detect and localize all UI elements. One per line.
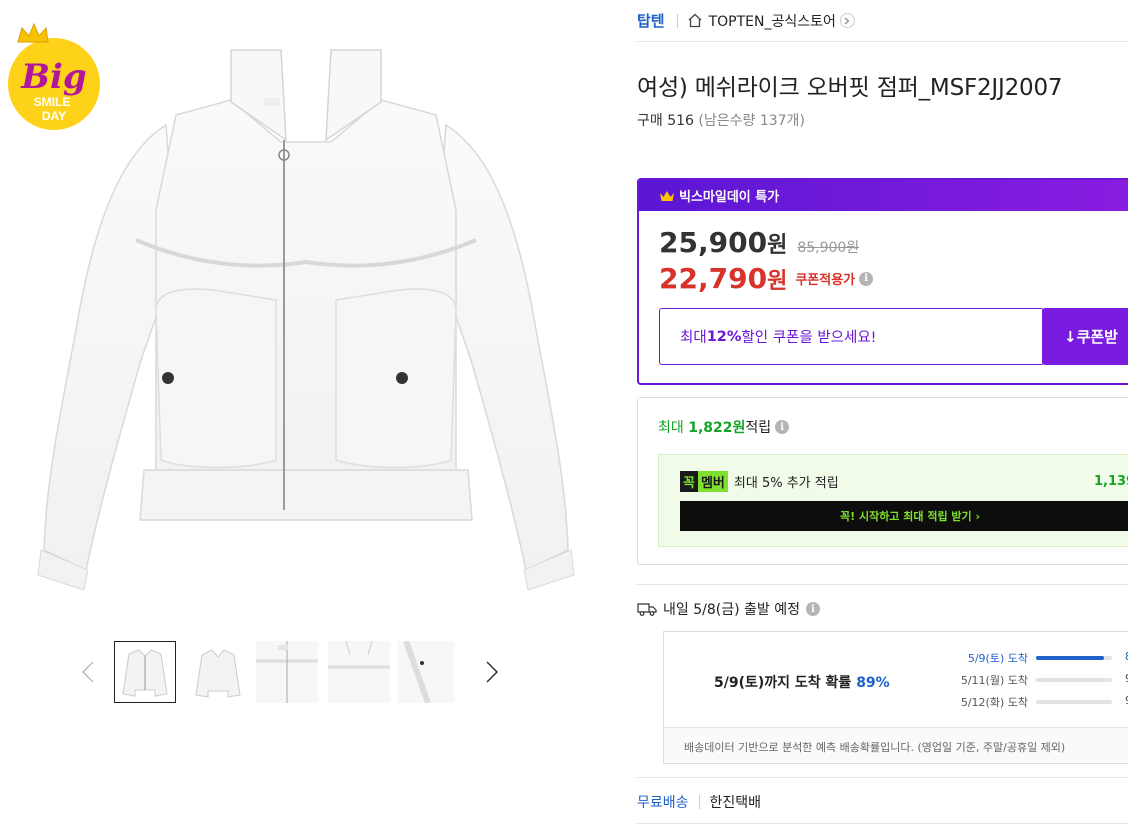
product-title: 여성) 메쉬라이크 오버핏 점퍼_MSF2JJ2007	[637, 75, 1063, 101]
thumbnail-2[interactable]	[186, 641, 248, 703]
purchase-count: 516	[667, 113, 694, 129]
member-benefit-row: 꼭멤버 최대 5% 추가 적립 1,139	[680, 471, 1128, 492]
divider	[637, 823, 1128, 824]
kkok-member-logo: 꼭 멤버	[680, 471, 728, 492]
purchase-info: 구매 516 (남은수량 137개)	[637, 110, 805, 130]
store-name-link[interactable]: TOPTEN_공식스토어	[709, 11, 836, 31]
currency-unit: 원	[767, 233, 788, 258]
special-price-title: 빅스마일데이 특가	[679, 190, 780, 205]
coupon-price-row: 22,790원 쿠폰적용가 i	[659, 262, 874, 295]
chevron-right-icon	[486, 661, 499, 683]
thumbnail-3[interactable]	[256, 641, 318, 703]
member-benefit-amount: 1,139	[1094, 474, 1128, 489]
points-suffix: 적립	[745, 420, 772, 436]
thumbnail-1[interactable]	[114, 641, 176, 703]
carrier-name: 한진택배	[709, 795, 762, 811]
forecast-row: 5/11(월) 도착9	[664, 672, 1128, 688]
forecast-probability-bar	[1036, 700, 1112, 704]
special-price-box: 빅스마일데이 특가 25,900원 85,900원 22,790원 쿠폰적용가 …	[637, 178, 1128, 385]
info-icon[interactable]: i	[859, 271, 874, 286]
special-price-header: 빅스마일데이 특가	[639, 180, 1128, 211]
coupon-price: 22,790원	[659, 262, 787, 295]
member-start-button[interactable]: 꼭! 시작하고 최대 적립 받기 ›	[680, 501, 1128, 531]
home-icon	[688, 13, 702, 28]
coupon-banner[interactable]: 최대 12% 할인 쿠폰을 받으세요!	[659, 308, 1044, 365]
logo-member: 멤버	[697, 471, 728, 492]
brand-link[interactable]: 탑텐	[637, 10, 665, 31]
coupon-price-value: 22,790	[659, 262, 768, 295]
coupon-banner-suffix: 할인 쿠폰을 받으세요!	[741, 330, 877, 346]
truck-icon	[637, 603, 657, 616]
forecast-probability-fill	[1036, 656, 1104, 660]
currency-unit: 원	[767, 269, 788, 294]
member-benefit-text: 최대 5% 추가 적립	[733, 476, 839, 491]
sale-price-value: 25,900	[659, 226, 768, 259]
shipping-method-line: 무료배송 한진택배	[637, 792, 761, 812]
coupon-banner-prefix: 최대	[680, 330, 707, 346]
coupon-banner-percent: 12%	[706, 328, 742, 345]
thumbnail-next-arrow[interactable]	[478, 652, 506, 692]
forecast-row-label: 5/9(토) 도착	[967, 652, 1028, 665]
info-icon[interactable]: i	[805, 602, 820, 616]
product-info-panel: 탑텐 TOPTEN_공식스토어 여성) 메쉬라이크 오버핏 점퍼_MSF2JJ2…	[637, 0, 1128, 829]
member-benefit-box: 꼭멤버 최대 5% 추가 적립 1,139 꼭! 시작하고 최대 적립 받기 ›	[658, 454, 1128, 547]
purchase-label: 구매	[637, 113, 663, 129]
delivery-forecast-box: 5/9(토)까지 도착 확률 89% 5/9(토) 도착85/11(월) 도착9…	[663, 631, 1128, 764]
forecast-row-label: 5/11(월) 도착	[960, 674, 1028, 687]
chevron-right-icon[interactable]	[839, 13, 855, 28]
product-main-image[interactable]	[26, 30, 586, 591]
free-shipping-label: 무료배송	[637, 795, 689, 811]
max-points-line: 최대 1,822원 적립 i	[658, 417, 790, 437]
divider	[637, 777, 1128, 778]
thumbnail-prev-arrow[interactable]	[74, 652, 102, 692]
divider	[698, 795, 700, 809]
points-box: 최대 1,822원 적립 i 꼭멤버 최대 5% 추가 적립 1,139 꼭! …	[637, 397, 1128, 565]
departure-text: 내일 5/8(금) 출발 예정	[663, 602, 800, 618]
logo-kkok: 꼭	[680, 471, 698, 492]
coupon-applied-label: 쿠폰적용가	[795, 273, 856, 288]
chevron-left-icon	[81, 661, 94, 683]
forecast-footnote: 배송데이터 기반으로 분석한 예측 배송확률입니다. (영업일 기준, 주말/공…	[664, 727, 1128, 763]
thumbnail-5[interactable]	[398, 641, 454, 703]
forecast-probability-bar	[1036, 678, 1112, 682]
seller-bar: 탑텐 TOPTEN_공식스토어	[637, 0, 1128, 42]
sale-price: 25,900원	[659, 226, 787, 259]
points-prefix: 최대	[658, 420, 689, 436]
forecast-probability-bar	[1036, 656, 1112, 660]
crown-icon	[660, 190, 674, 201]
thumbnail-4[interactable]	[328, 641, 390, 703]
forecast-row: 5/12(화) 도착9	[664, 694, 1128, 710]
original-price: 85,900원	[797, 240, 860, 256]
remaining-quantity: (남은수량 137개)	[698, 113, 805, 129]
forecast-row: 5/9(토) 도착8	[664, 650, 1128, 666]
coupon-download-button[interactable]: ↓쿠폰받	[1042, 308, 1128, 365]
info-icon[interactable]: i	[775, 420, 790, 434]
sale-price-row: 25,900원 85,900원	[659, 226, 859, 259]
divider	[676, 13, 678, 28]
departure-line: 내일 5/8(금) 출발 예정 i	[637, 599, 820, 619]
divider	[637, 584, 1128, 585]
points-amount: 1,822원	[688, 420, 746, 436]
forecast-row-label: 5/12(화) 도착	[960, 696, 1028, 709]
